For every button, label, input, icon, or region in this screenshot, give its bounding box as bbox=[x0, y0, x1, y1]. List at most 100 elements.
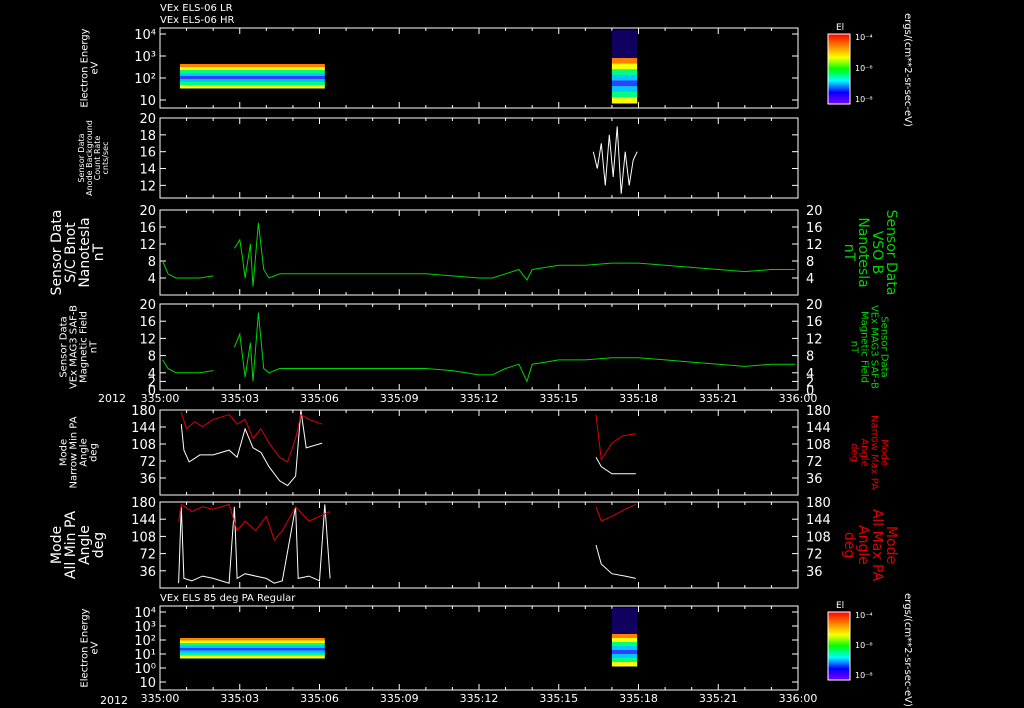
y-tick-label: 20 bbox=[139, 298, 156, 313]
colorbar-tick-label: 10⁻⁶ bbox=[855, 641, 873, 650]
spectrogram-cell bbox=[179, 70, 325, 74]
series-line bbox=[162, 359, 214, 374]
spectrogram-cell bbox=[179, 76, 325, 80]
panel-frame bbox=[159, 409, 799, 496]
spectrogram-cell bbox=[611, 91, 638, 98]
spectrogram-cell bbox=[611, 80, 638, 87]
left-axis-label: Sensor DataS/C BnotNanoteslanT bbox=[49, 210, 107, 296]
spectrogram-cell bbox=[611, 74, 638, 81]
x-tick-label: 335:03 bbox=[220, 392, 259, 405]
x-tick-label: 335:21 bbox=[699, 692, 738, 705]
right-axis-label: Sensor DataVSO BNanoteslanT bbox=[841, 210, 899, 296]
y-tick-label-right: 12 bbox=[806, 238, 823, 253]
y-tick-label-right: 72 bbox=[806, 455, 823, 470]
y-tick-label-right: 16 bbox=[806, 221, 823, 236]
y-tick-label: 10² bbox=[134, 634, 156, 649]
y-tick-label-right: 20 bbox=[806, 204, 823, 219]
x-tick-label: 335:15 bbox=[539, 392, 578, 405]
panel-mag-saf: 0 02 24 48 812 1216 1620 20Sensor DataVEx MAG3 … bbox=[59, 298, 890, 405]
y-tick-label-right: 180 bbox=[806, 404, 831, 419]
y-tick-label-right: 8 bbox=[806, 350, 814, 365]
y-tick-label: 10³ bbox=[134, 50, 156, 65]
panel-frame bbox=[159, 117, 799, 199]
colorbar-title: El bbox=[836, 601, 844, 611]
y-tick-label: 8 bbox=[148, 350, 156, 365]
left-axis-label: Electron EnergyeV bbox=[80, 608, 101, 687]
x-tick-label: 335:06 bbox=[300, 692, 339, 705]
x-tick-label: 335:15 bbox=[539, 692, 578, 705]
left-axis-label: ModeNarrow Min PAAngledeg bbox=[59, 416, 100, 488]
spectrogram-cell bbox=[179, 64, 325, 68]
y-tick-label: 144 bbox=[131, 421, 156, 436]
y-tick-label: 36 bbox=[139, 565, 156, 580]
panel-electron-energy-top: 10 10² 10³ 10⁴ Electron EnergyeV bbox=[80, 27, 799, 109]
y-tick-label: 12 bbox=[139, 238, 156, 253]
series-line bbox=[180, 409, 323, 487]
series-line bbox=[595, 544, 636, 579]
year-label-2: 2012 bbox=[100, 694, 128, 707]
x-tick-label: 335:18 bbox=[619, 692, 658, 705]
colorbar-gradient bbox=[827, 33, 851, 105]
x-tick-label: 335:06 bbox=[300, 392, 339, 405]
y-tick-label: 72 bbox=[139, 455, 156, 470]
y-tick-label: 4 bbox=[148, 272, 156, 287]
y-tick-label: 20 bbox=[139, 112, 156, 127]
y-tick-label: 10⁴ bbox=[134, 28, 156, 43]
y-tick-label: 10 bbox=[139, 676, 156, 691]
x-tick-label: 335:21 bbox=[699, 392, 738, 405]
y-tick-label-right: 36 bbox=[806, 565, 823, 580]
spectrogram-cell bbox=[179, 79, 325, 83]
left-axis-label: Electron EnergyeV bbox=[80, 28, 101, 107]
series-line bbox=[595, 503, 637, 522]
y-tick-label-right: 108 bbox=[806, 530, 831, 545]
colorbar-unit-label: ergs/(cm**2-sr-sec-eV) bbox=[902, 13, 913, 127]
colorbar-gradient bbox=[827, 611, 851, 681]
y-tick-label-right: 144 bbox=[806, 421, 831, 436]
y-tick-label: 4 bbox=[148, 367, 156, 382]
y-tick-label-right: 180 bbox=[806, 496, 831, 511]
y-tick-label: 180 bbox=[131, 404, 156, 419]
y-tick-label-right: 8 bbox=[806, 255, 814, 270]
y-tick-label-right: 72 bbox=[806, 548, 823, 563]
right-axis-label: Sensor DataVEx MAG3 SAF-BMagnetic Fieldn… bbox=[849, 305, 890, 389]
series-line bbox=[162, 260, 214, 279]
panel-all-pa: 36 36 72 72 108 108 144 144 180 180 ModeAll Min PA… bbox=[49, 496, 899, 589]
series-line bbox=[233, 222, 796, 287]
top-title-2: VEx ELS-06 HR bbox=[160, 15, 235, 26]
y-tick-label: 10³ bbox=[134, 620, 156, 635]
y-tick-label: 10 bbox=[139, 94, 156, 109]
colorbar-unit-label: ergs/(cm**2-sr-sec-eV) bbox=[902, 593, 913, 707]
top-title-1: VEx ELS-06 LR bbox=[160, 3, 233, 14]
y-tick-label-right: 108 bbox=[806, 438, 831, 453]
year-label-1: 2012 bbox=[98, 392, 126, 405]
y-tick-label: 36 bbox=[139, 472, 156, 487]
panel-anode-background: 1214 16 18 20 Sensor DataAnode BackgroundCou… bbox=[77, 112, 799, 199]
y-tick-label: 144 bbox=[131, 513, 156, 528]
y-tick-label-right: 12 bbox=[806, 332, 823, 347]
spectrogram-cell bbox=[611, 654, 638, 659]
spectrogram-cell bbox=[179, 82, 325, 86]
colorbar: El 10⁻⁴ 10⁻⁶ 10⁻⁸ ergs/(cm**2-sr-sec-eV) bbox=[827, 13, 913, 127]
y-tick-label-right: 20 bbox=[806, 298, 823, 313]
x-tick-label: 336:00 bbox=[779, 692, 818, 705]
series-line bbox=[233, 312, 796, 383]
left-axis-label: Sensor DataAnode BackgroundCount Ratecnt… bbox=[77, 120, 110, 196]
y-tick-label: 180 bbox=[131, 496, 156, 511]
spectrogram-cell bbox=[611, 646, 638, 651]
panel-sc-bnot: 4 4 8 8 12 12 16 16 20 20 Sensor DataS/C BnotNanot… bbox=[49, 204, 899, 296]
spectrogram-cell bbox=[611, 63, 638, 70]
x-tick-label: 335:12 bbox=[460, 692, 499, 705]
colorbar: El 10⁻⁴ 10⁻⁶ 10⁻⁸ ergs/(cm**2-sr-sec-eV) bbox=[827, 593, 913, 707]
x-tick-label: 335:09 bbox=[380, 392, 419, 405]
chart-canvas: VEx ELS-06 LR VEx ELS-06 HR VEx ELS 85 d… bbox=[49, 3, 913, 707]
right-axis-label: ModeNarrow Max PAAngledeg bbox=[849, 415, 890, 490]
y-tick-label: 108 bbox=[131, 438, 156, 453]
y-tick-label-right: 4 bbox=[806, 367, 814, 382]
y-tick-label: 10⁰ bbox=[134, 662, 156, 677]
y-tick-label-right: 4 bbox=[806, 272, 814, 287]
spectrogram-cell bbox=[611, 638, 638, 643]
spectrogram-cell bbox=[611, 650, 638, 655]
spectrogram-cell bbox=[179, 655, 325, 659]
y-tick-label: 8 bbox=[148, 255, 156, 270]
y-tick-label-right: 16 bbox=[806, 315, 823, 330]
